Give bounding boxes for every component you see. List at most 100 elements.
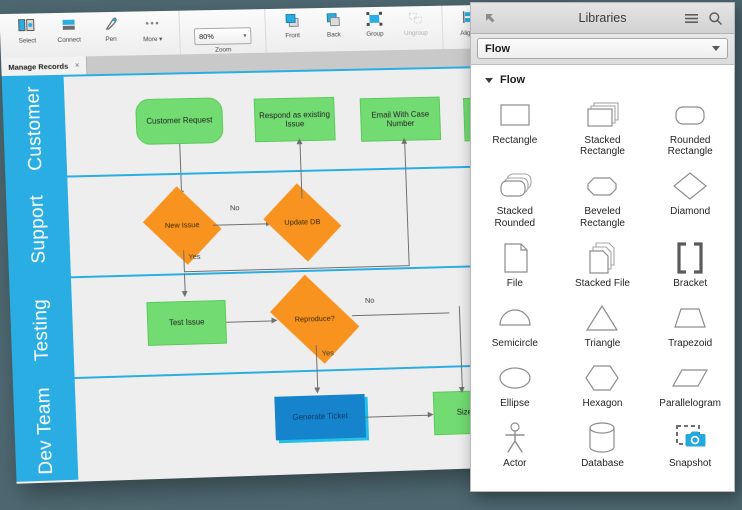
group-button[interactable]: Group (353, 6, 396, 51)
shape-label: Diamond (670, 206, 711, 218)
library-select[interactable]: Flow (477, 38, 728, 59)
swimlane-label: Testing (29, 298, 54, 361)
node-email-case[interactable]: Email With Case Number (359, 96, 442, 142)
library-section-flow[interactable]: Flow (471, 71, 734, 92)
node-label: Customer Request (146, 115, 213, 127)
send-back-button[interactable]: Back (312, 6, 355, 51)
shape-label: Parallelogram (659, 398, 721, 410)
tool-connect-label: Connect (57, 36, 82, 44)
shape-item-snapshot[interactable]: Snapshot (646, 415, 734, 473)
chevron-down-icon[interactable] (485, 77, 493, 83)
shape-label: Bracket (673, 277, 708, 289)
edge-label-yes-reproduce: Yes (321, 348, 335, 358)
shape-item-rounded-rectangle[interactable]: Rounded Rectangle (646, 92, 734, 161)
shape-label: Triangle (584, 337, 621, 349)
tool-connect-button[interactable]: Connect (47, 11, 90, 57)
tab-manage-records[interactable]: Manage Records × (1, 56, 88, 77)
shape-item-stacked-file[interactable]: Stacked File (559, 235, 647, 293)
tool-select-button[interactable]: Select (5, 12, 49, 58)
connect-icon (58, 15, 79, 35)
tool-more-button[interactable]: More ▾ (131, 10, 174, 56)
node-customer-request[interactable]: Customer Request (135, 97, 224, 146)
shape-item-beveled-rectangle[interactable]: Beveled Rectangle (559, 163, 647, 232)
zoom-value: 80% (198, 31, 215, 42)
ungroup-button[interactable]: Ungroup (394, 5, 437, 50)
node-reproduce[interactable]: Reproduce? (270, 274, 360, 364)
collapse-arrow-icon[interactable] (477, 12, 503, 25)
close-icon[interactable]: × (75, 62, 79, 69)
shape-label: Beveled Rectangle (579, 206, 625, 229)
shape-label: Stacked File (574, 277, 630, 289)
semicircle-shape-icon (493, 301, 537, 335)
tool-select-label: Select (18, 37, 37, 45)
shape-item-trapezoid[interactable]: Trapezoid (646, 295, 734, 353)
arrowhead-test-issue (181, 291, 188, 298)
shape-item-bracket[interactable]: Bracket (646, 235, 734, 293)
library-section-label: Flow (500, 74, 526, 86)
screenshot-root: Select Connect Pen More ▾ 80% ▾ Zoom Fro… (0, 0, 742, 510)
shape-item-database[interactable]: Database (559, 415, 647, 473)
shape-label: Stacked Rectangle (579, 135, 625, 158)
shape-item-triangle[interactable]: Triangle (559, 295, 647, 353)
toolbar-group-zoom: 80% ▾ Zoom (179, 9, 267, 55)
swimlane-customer-title: Customer (1, 76, 68, 180)
snapshot-shape-icon (668, 421, 712, 455)
node-new-issue[interactable]: New Issue (142, 186, 222, 265)
bring-front-icon (283, 10, 301, 30)
tool-pen-button[interactable]: Pen (89, 11, 132, 57)
bring-front-button[interactable]: Front (271, 7, 314, 52)
swimlane-testing-title: Testing (9, 278, 75, 381)
node-label: Respond as existing Issue (258, 109, 331, 129)
shape-item-hexagon[interactable]: Hexagon (559, 355, 647, 413)
shape-item-file[interactable]: File (471, 235, 559, 293)
pen-icon (102, 14, 119, 34)
zoom-select[interactable]: 80% ▾ (193, 27, 252, 46)
shape-label: Stacked Rounded (494, 206, 536, 229)
hexagon-shape-icon (580, 361, 624, 395)
shape-item-rectangle[interactable]: Rectangle (471, 92, 559, 161)
node-update-db[interactable]: Update DB (263, 183, 342, 262)
shape-label: Trapezoid (668, 337, 713, 349)
edge-reproduce-no (351, 312, 450, 317)
edge-request-to-newissue (179, 143, 182, 175)
bring-front-label: Front (285, 32, 300, 40)
tool-pen-label: Pen (105, 35, 117, 44)
arrowhead-generate-ticket (313, 387, 320, 394)
node-generate-ticket[interactable]: Generate Ticket (274, 393, 367, 441)
zoom-control[interactable]: 80% ▾ Zoom (186, 21, 260, 54)
shape-label: Snapshot (669, 458, 712, 470)
shape-label: File (506, 277, 523, 289)
send-back-label: Back (326, 31, 341, 39)
node-respond-existing[interactable]: Respond as existing Issue (253, 96, 336, 143)
library-select-row: Flow (471, 34, 734, 65)
shape-label: Semicircle (491, 337, 538, 349)
trapezoid-shape-icon (668, 301, 712, 335)
file-shape-icon (493, 241, 537, 275)
chevron-down-icon[interactable] (712, 46, 720, 51)
shape-item-parallelogram[interactable]: Parallelogram (646, 355, 734, 413)
actor-shape-icon (493, 421, 537, 455)
shape-item-ellipse[interactable]: Ellipse (471, 355, 559, 413)
shape-label: Rounded Rectangle (667, 135, 713, 158)
libraries-content[interactable]: Flow Rectangle Stacked Rectangle Rounded… (471, 65, 734, 491)
group-label: Group (366, 30, 384, 38)
rectangle-shape-icon (493, 98, 537, 132)
node-test-issue[interactable]: Test Issue (146, 299, 228, 346)
ungroup-icon (406, 8, 424, 28)
shape-item-actor[interactable]: Actor (471, 415, 559, 473)
search-icon[interactable] (702, 11, 728, 26)
libraries-titlebar: Libraries (471, 3, 734, 34)
shape-label: Hexagon (582, 398, 623, 410)
parallelogram-shape-icon (668, 361, 712, 395)
arrowhead-email (400, 137, 407, 144)
diamond-shape-icon (668, 169, 712, 203)
shape-item-stacked-rounded[interactable]: Stacked Rounded (471, 163, 559, 232)
shape-item-diamond[interactable]: Diamond (646, 163, 734, 232)
send-back-icon (324, 10, 342, 30)
shape-item-stacked-rectangle[interactable]: Stacked Rectangle (559, 92, 647, 161)
shape-item-semicircle[interactable]: Semicircle (471, 295, 559, 353)
stacked-rounded-shape-icon (493, 169, 537, 203)
hamburger-menu-icon[interactable] (680, 12, 702, 25)
swimlane-dev-team-title: Dev Team (12, 379, 79, 482)
edge-label-no-reproduce: No (364, 295, 375, 305)
